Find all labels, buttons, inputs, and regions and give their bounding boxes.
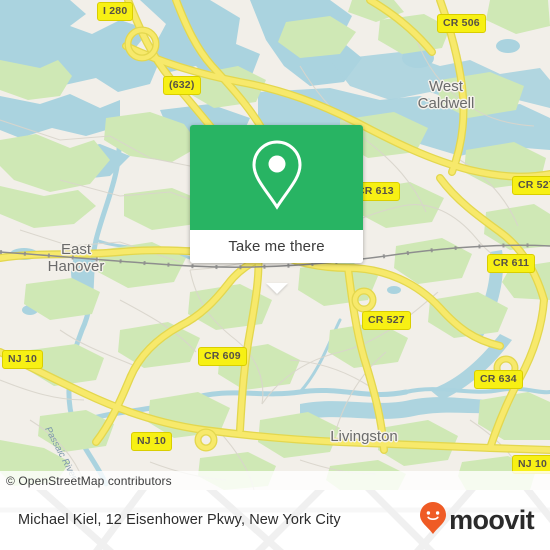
address-text: Michael Kiel, 12 Eisenhower Pkwy, New Yo…	[18, 512, 341, 528]
map-popup-card[interactable]: Take me there	[190, 125, 363, 294]
place-label: West Caldwell	[417, 78, 475, 112]
road-shield: CR 634	[474, 370, 523, 389]
place-label: Livingston	[330, 428, 398, 445]
road-shield: CR 609	[198, 347, 247, 366]
road-shield: I 280	[97, 2, 134, 21]
popup-pointer	[265, 283, 288, 294]
moovit-logo[interactable]: moovit	[419, 501, 535, 540]
moovit-pin-icon	[419, 501, 447, 540]
popup-pin-panel	[190, 125, 363, 230]
attribution-text: © OpenStreetMap contributors	[6, 473, 172, 488]
road-shield: CR 611	[487, 254, 536, 273]
map-pin-icon	[248, 138, 306, 217]
take-me-there-label: Take me there	[228, 238, 325, 255]
place-label: East Hanover	[47, 241, 105, 275]
road-shield: (632)	[163, 76, 201, 95]
moovit-wordmark: moovit	[449, 504, 535, 535]
footer-bar: Michael Kiel, 12 Eisenhower Pkwy, New Yo…	[0, 490, 550, 550]
road-shield: CR 527	[362, 311, 411, 330]
take-me-there-button[interactable]: Take me there	[190, 230, 363, 263]
map-attribution[interactable]: © OpenStreetMap contributors	[0, 471, 550, 490]
road-shield: CR 527	[512, 176, 550, 195]
screenshot-root: West Caldwell East Hanover Livingston Pa…	[0, 0, 550, 550]
road-shield: CR 506	[437, 14, 486, 33]
road-shield: NJ 10	[131, 432, 173, 451]
road-shield: NJ 10	[2, 350, 44, 369]
map-canvas[interactable]: West Caldwell East Hanover Livingston Pa…	[0, 0, 550, 490]
